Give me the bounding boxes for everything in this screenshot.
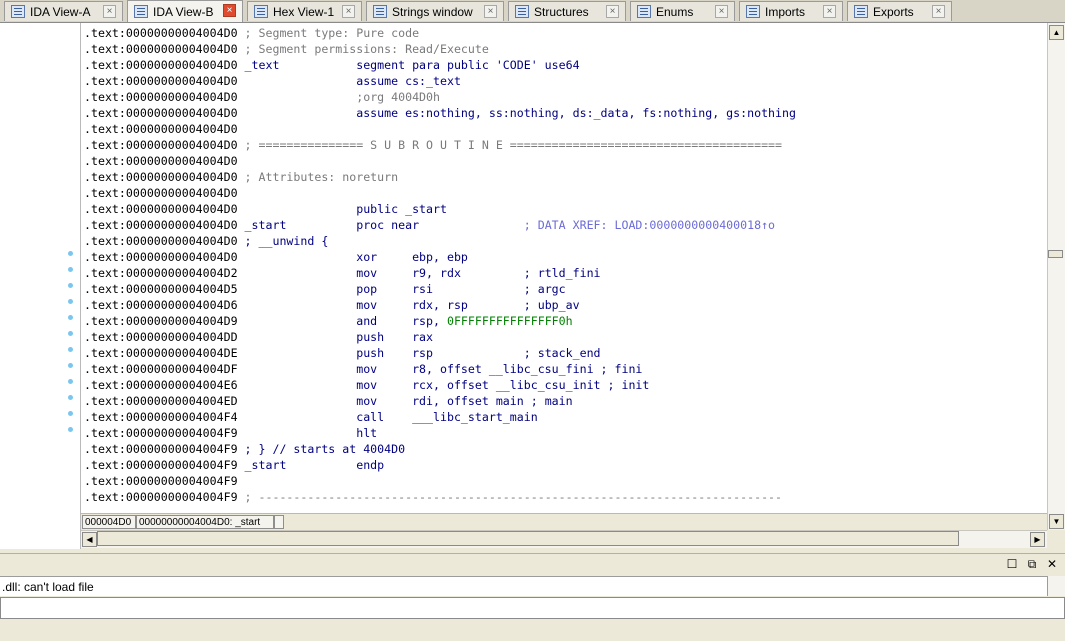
flow-dot-icon [68, 283, 73, 288]
code-line[interactable]: .text:00000000004004D0 assume es:nothing… [84, 105, 796, 121]
code-line[interactable]: .text:00000000004004D0 public _start [84, 201, 447, 217]
flow-dot-icon [68, 363, 73, 368]
tab-label: Structures [534, 4, 589, 19]
disassembly-view[interactable]: .text:00000000004004D0 ; Segment type: P… [81, 23, 1047, 513]
hex-icon [254, 5, 268, 18]
code-line[interactable]: .text:00000000004004D0 [84, 185, 238, 201]
arrows-gutter[interactable] [0, 23, 81, 549]
tab-exports[interactable]: Exports × [847, 1, 952, 21]
horizontal-scroll-thumb[interactable] [97, 531, 959, 546]
code-line[interactable]: .text:00000000004004F9 _start endp [84, 457, 384, 473]
code-line[interactable]: .text:00000000004004D0 ; Segment type: P… [84, 25, 419, 41]
scroll-right-icon[interactable]: ▶ [1030, 532, 1045, 547]
close-icon[interactable]: × [823, 5, 836, 18]
flow-dot-icon [68, 379, 73, 384]
exports-icon [854, 5, 868, 18]
flow-dot-icon [68, 299, 73, 304]
tab-label: Hex View-1 [273, 4, 335, 19]
output-window-header [0, 553, 1065, 576]
code-line[interactable]: .text:00000000004004D0 ; __unwind { [84, 233, 328, 249]
structures-icon [515, 5, 529, 18]
close-icon[interactable]: × [932, 5, 945, 18]
code-line[interactable]: .text:00000000004004F9 ; ---------------… [84, 489, 782, 505]
close-icon[interactable]: × [715, 5, 728, 18]
disassembly-icon [11, 5, 25, 18]
code-line[interactable]: .text:00000000004004D6 mov rdx, rsp ; ub… [84, 297, 580, 313]
code-line[interactable]: .text:00000000004004E6 mov rcx, offset _… [84, 377, 649, 393]
code-line[interactable]: .text:00000000004004ED mov rdi, offset m… [84, 393, 573, 409]
tab-label: Exports [873, 4, 914, 19]
code-line[interactable]: .text:00000000004004D0 ;org 4004D0h [84, 89, 440, 105]
maximize-icon[interactable]: ☐ [1005, 557, 1019, 571]
code-line[interactable]: .text:00000000004004D2 mov r9, rdx ; rtl… [84, 265, 601, 281]
close-icon[interactable]: × [606, 5, 619, 18]
code-line[interactable]: .text:00000000004004DE push rsp ; stack_… [84, 345, 601, 361]
code-line[interactable]: .text:00000000004004F9 [84, 473, 238, 489]
tab-ida-view-a[interactable]: IDA View-A × [4, 1, 123, 21]
disassembly-icon [134, 5, 148, 18]
tab-imports[interactable]: Imports × [739, 1, 843, 21]
scroll-up-icon[interactable]: ▲ [1049, 25, 1064, 40]
flow-dot-icon [68, 347, 73, 352]
restore-icon[interactable]: ⧉ [1025, 557, 1039, 571]
code-line[interactable]: .text:00000000004004D5 pop rsi ; argc [84, 281, 566, 297]
close-icon[interactable]: × [484, 5, 497, 18]
bottom-status-bar [0, 620, 1065, 641]
tab-bar: IDA View-A × IDA View-B × Hex View-1 × S… [0, 0, 1065, 23]
code-line[interactable]: .text:00000000004004D0 ; Segment permiss… [84, 41, 489, 57]
code-line[interactable]: .text:00000000004004DD push rax [84, 329, 433, 345]
code-line[interactable]: .text:00000000004004DF mov r8, offset __… [84, 361, 642, 377]
status-location: 00000000004004D0: _start [136, 515, 274, 529]
code-line[interactable]: .text:00000000004004D0 _start proc near … [84, 217, 775, 233]
code-line[interactable]: .text:00000000004004F9 hlt [84, 425, 377, 441]
close-icon[interactable]: × [223, 4, 236, 17]
scroll-down-icon[interactable]: ▼ [1049, 514, 1064, 529]
status-offset: 000004D0 [82, 515, 136, 529]
close-icon[interactable]: × [103, 5, 116, 18]
command-input[interactable] [0, 597, 1065, 619]
vertical-scrollbar[interactable]: ▲ ▼ [1047, 23, 1065, 530]
flow-dot-icon [68, 427, 73, 432]
tab-ida-view-b[interactable]: IDA View-B × [127, 0, 243, 22]
tab-label: Strings window [392, 4, 473, 19]
code-line[interactable]: .text:00000000004004D0 assume cs:_text [84, 73, 461, 89]
flow-dot-icon [68, 267, 73, 272]
imports-icon [746, 5, 760, 18]
status-extra [274, 515, 284, 529]
scroll-left-icon[interactable]: ◀ [82, 532, 97, 547]
vertical-scroll-thumb[interactable] [1048, 250, 1063, 258]
code-line[interactable]: .text:00000000004004D0 ; Attributes: nor… [84, 169, 398, 185]
output-scrollbar[interactable] [1047, 576, 1065, 596]
code-line[interactable]: .text:00000000004004D0 [84, 153, 238, 169]
flow-dot-icon [68, 411, 73, 416]
tab-label: IDA View-B [153, 4, 214, 19]
flow-dot-icon [68, 315, 73, 320]
tab-label: Enums [656, 4, 694, 19]
tab-hex-view-1[interactable]: Hex View-1 × [247, 1, 362, 21]
code-line[interactable]: .text:00000000004004D0 [84, 121, 238, 137]
close-icon[interactable]: × [342, 5, 355, 18]
tab-enums[interactable]: Enums × [630, 1, 735, 21]
tab-structures[interactable]: Structures × [508, 1, 626, 21]
flow-dot-icon [68, 395, 73, 400]
code-line[interactable]: .text:00000000004004D0 ; ===============… [84, 137, 782, 153]
tab-label: IDA View-A [30, 4, 91, 19]
output-message: .dll: can't load file [0, 576, 1047, 596]
view-status-bar: 000004D0 00000000004004D0: _start [81, 513, 1047, 531]
flow-dot-icon [68, 251, 73, 256]
flow-dot-icon [68, 331, 73, 336]
code-line[interactable]: .text:00000000004004D0 xor ebp, ebp [84, 249, 468, 265]
code-line[interactable]: .text:00000000004004D9 and rsp, 0FFFFFFF… [84, 313, 573, 329]
tab-strings-window[interactable]: Strings window × [366, 1, 504, 21]
code-line[interactable]: .text:00000000004004D0 _text segment par… [84, 57, 580, 73]
code-line[interactable]: .text:00000000004004F9 ; } // starts at … [84, 441, 405, 457]
enums-icon [637, 5, 651, 18]
code-line[interactable]: .text:00000000004004F4 call ___libc_star… [84, 409, 538, 425]
close-icon[interactable]: ✕ [1045, 557, 1059, 571]
strings-icon [373, 5, 387, 18]
tab-label: Imports [765, 4, 806, 19]
